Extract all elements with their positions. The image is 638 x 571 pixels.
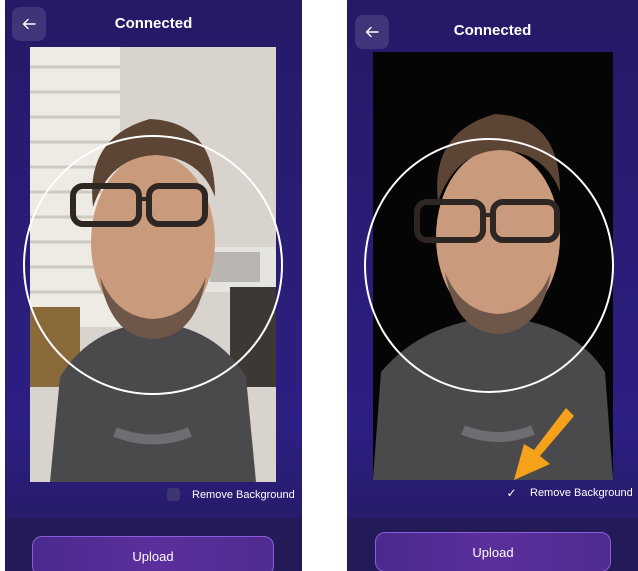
remove-background-checkbox[interactable] [167,488,180,501]
remove-background-label: Remove Background [192,488,295,501]
face-guide-circle [364,138,614,393]
remove-background-label: Remove Background [530,486,633,499]
upload-button[interactable]: Upload [375,532,611,571]
remove-background-checkbox[interactable]: ✓ [505,486,518,500]
page-title: Connected [114,15,193,32]
arrow-pointer-icon [514,408,574,480]
screen-after: Connected ✓ Remove Background Upload [347,0,638,571]
header: Connected [347,0,638,50]
page-title: Connected [453,22,532,39]
header: Connected [5,0,302,50]
upload-button[interactable]: Upload [32,536,274,571]
screen-before: Connected Remove Background Upload [5,0,302,571]
remove-background-option[interactable]: Remove Background [167,488,295,501]
remove-background-option[interactable]: ✓ Remove Background [505,486,633,500]
face-guide-circle [23,135,283,395]
